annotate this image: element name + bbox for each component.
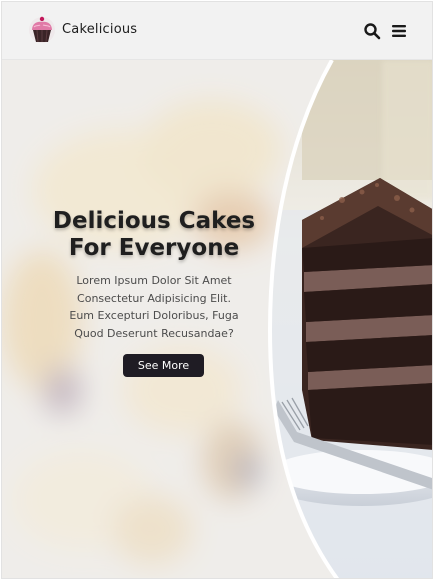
site-header: Cakelicious [2,2,432,60]
hero-content: Delicious Cakes For Everyone Lorem Ipsum… [2,60,306,578]
cupcake-logo-icon[interactable] [28,14,56,48]
page-frame: Cakelicious Delicious Cakes For Everyone… [1,1,433,579]
hero-title-line2: For Everyone [68,235,240,261]
hero-title-line1: Delicious Cakes [52,208,256,234]
search-icon[interactable] [362,21,382,41]
hero-title: Delicious Cakes For Everyone [2,208,306,262]
menu-icon[interactable] [389,21,409,41]
hero-section: Delicious Cakes For Everyone Lorem Ipsum… [2,60,432,578]
hero-description: Lorem Ipsum Dolor Sit Amet Consectetur A… [69,274,239,340]
brand-name[interactable]: Cakelicious [62,22,137,37]
see-more-button[interactable]: See More [123,354,204,377]
